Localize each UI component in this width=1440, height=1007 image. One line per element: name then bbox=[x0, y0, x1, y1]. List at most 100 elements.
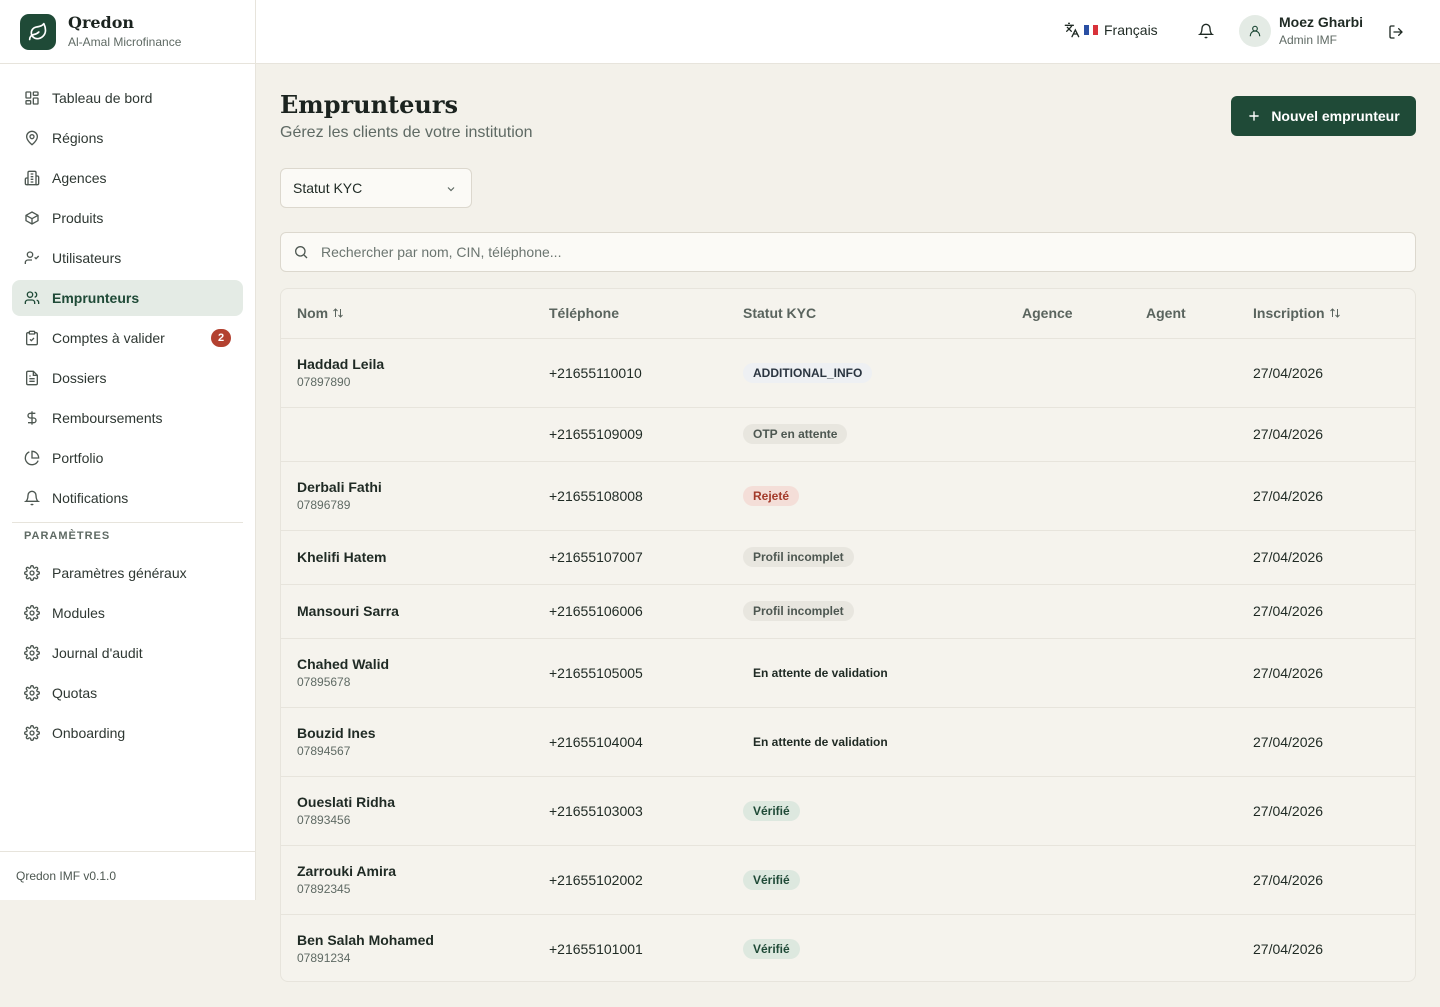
user-menu[interactable]: Moez Gharbi Admin IMF bbox=[1239, 14, 1363, 47]
dollar-icon bbox=[27, 411, 37, 425]
sidebar-item-journal-audit[interactable]: Journal d'audit bbox=[12, 635, 243, 671]
sidebar-nav: Tableau de bord Régions Agences Produits… bbox=[0, 64, 255, 751]
borrowers-table: Nom Téléphone Statut KYC Agence Agent In… bbox=[280, 288, 1416, 982]
sidebar-item-label: Comptes à valider bbox=[52, 330, 165, 346]
borrower-agency bbox=[1022, 338, 1146, 408]
registration-date: 27/04/2026 bbox=[1253, 530, 1415, 585]
sidebar-item-label: Notifications bbox=[52, 490, 129, 506]
sidebar-item-emprunteurs[interactable]: Emprunteurs bbox=[12, 280, 243, 316]
registration-date: 27/04/2026 bbox=[1253, 338, 1415, 408]
kyc-status-badge: Profil incomplet bbox=[743, 547, 854, 567]
sidebar-item-comptes-a-valider[interactable]: Comptes à valider 2 bbox=[12, 320, 243, 356]
sidebar-item-quotas[interactable]: Quotas bbox=[12, 675, 243, 711]
gear-icon bbox=[24, 605, 40, 621]
sidebar-item-agences[interactable]: Agences bbox=[12, 160, 243, 196]
table-row[interactable]: Khelifi Hatem +21655107007 Profil incomp… bbox=[281, 530, 1415, 585]
borrower-agency bbox=[1022, 638, 1146, 708]
borrower-phone: +21655106006 bbox=[549, 584, 743, 639]
package-icon bbox=[25, 211, 39, 225]
borrower-agent bbox=[1146, 461, 1253, 531]
sidebar-item-label: Modules bbox=[52, 605, 105, 621]
borrower-agency bbox=[1022, 584, 1146, 639]
sidebar-item-notifications[interactable]: Notifications bbox=[12, 480, 243, 516]
search-input[interactable] bbox=[321, 244, 1381, 260]
borrower-phone: +21655108008 bbox=[549, 461, 743, 531]
borrower-name: Zarrouki Amira bbox=[297, 863, 397, 879]
new-borrower-label: Nouvel emprunteur bbox=[1271, 108, 1400, 124]
kyc-status-filter[interactable]: Statut KYC bbox=[280, 168, 472, 208]
user-check-icon bbox=[24, 251, 40, 264]
sidebar-item-dossiers[interactable]: Dossiers bbox=[12, 360, 243, 396]
borrower-name: Ben Salah Mohamed bbox=[297, 932, 434, 949]
column-header-agent: Agent bbox=[1146, 289, 1253, 339]
borrower-name: Khelifi Hatem bbox=[297, 549, 387, 565]
language-switcher[interactable]: Français bbox=[1064, 22, 1158, 38]
table-row[interactable]: Zarrouki Amira 07892345 +21655102002 Véri… bbox=[281, 845, 1415, 915]
borrower-cin: 07892345 bbox=[297, 882, 351, 896]
borrower-cin: 07895678 bbox=[297, 675, 351, 689]
sidebar-item-tableau-de-bord[interactable]: Tableau de bord bbox=[12, 80, 243, 116]
table-row[interactable]: Mansouri Sarra +21655106006 Profil incom… bbox=[281, 584, 1415, 639]
table-row[interactable]: Ben Salah Mohamed 07891234 +21655101001 V… bbox=[281, 914, 1415, 981]
column-header-inscription[interactable]: Inscription bbox=[1253, 289, 1415, 339]
sidebar-item-remboursements[interactable]: Remboursements bbox=[12, 400, 243, 436]
sidebar-item-parametres-generaux[interactable]: Paramètres généraux bbox=[12, 555, 243, 591]
gear-icon bbox=[24, 725, 40, 741]
borrower-agent bbox=[1146, 584, 1253, 639]
settings-section-title: PARAMÈTRES bbox=[24, 530, 111, 542]
table-row[interactable]: Derbali Fathi 07896789 +21655108008 Rejet… bbox=[281, 461, 1415, 531]
borrower-phone: +21655103003 bbox=[549, 776, 743, 846]
sort-icon bbox=[1329, 308, 1340, 318]
notifications-bell-icon[interactable] bbox=[1197, 23, 1215, 44]
kyc-status-badge: OTP en attente bbox=[743, 424, 848, 444]
kyc-status-badge: Vérifié bbox=[743, 869, 800, 890]
leaf-logo-icon bbox=[20, 13, 56, 50]
registration-date: 27/04/2026 bbox=[1253, 638, 1415, 708]
table-row[interactable]: Bouzid Ines 07894567 +21655104004 En atte… bbox=[281, 707, 1415, 777]
map-pin-icon bbox=[25, 130, 39, 146]
app-version: Qredon IMF v0.1.0 bbox=[0, 851, 255, 900]
borrower-name: Bouzid Ines bbox=[297, 725, 376, 741]
kyc-status-badge: Rejeté bbox=[743, 485, 800, 506]
column-header-nom[interactable]: Nom bbox=[281, 289, 549, 339]
bell-icon bbox=[24, 490, 40, 506]
brand-name: Qredon bbox=[68, 13, 135, 32]
borrower-agency bbox=[1022, 845, 1146, 915]
table-row[interactable]: Haddad Leila 07897890 +21655110010 ADDITI… bbox=[281, 338, 1415, 408]
brand: Qredon Al-Amal Microfinance bbox=[0, 0, 255, 64]
search-bar bbox=[280, 232, 1416, 272]
table-row[interactable]: +21655109009 OTP en attente 27/04/2026 bbox=[281, 407, 1415, 462]
borrower-agent bbox=[1146, 914, 1253, 981]
registration-date: 27/04/2026 bbox=[1253, 461, 1415, 531]
sidebar-item-label: Portfolio bbox=[52, 450, 104, 466]
sidebar-item-label: Emprunteurs bbox=[52, 290, 140, 306]
table-row[interactable]: Oueslati Ridha 07893456 +21655103003 Véri… bbox=[281, 776, 1415, 846]
file-text-icon bbox=[26, 370, 38, 386]
column-header-statut-kyc: Statut KYC bbox=[743, 289, 1022, 339]
sidebar-item-produits[interactable]: Produits bbox=[12, 200, 243, 236]
sidebar-item-regions[interactable]: Régions bbox=[12, 120, 243, 156]
kyc-status-badge: Vérifié bbox=[743, 800, 800, 821]
borrower-agency bbox=[1022, 707, 1146, 777]
logout-icon[interactable] bbox=[1388, 24, 1404, 45]
kyc-status-badge: En attente de validation bbox=[753, 734, 888, 749]
sidebar-item-label: Journal d'audit bbox=[52, 645, 143, 661]
sidebar-item-onboarding[interactable]: Onboarding bbox=[12, 715, 243, 751]
sidebar-item-modules[interactable]: Modules bbox=[12, 595, 243, 631]
borrower-cin: 07891234 bbox=[297, 951, 351, 966]
sidebar-item-utilisateurs[interactable]: Utilisateurs bbox=[12, 240, 243, 276]
kyc-status-badge: Profil incomplet bbox=[743, 601, 854, 621]
sidebar-item-portfolio[interactable]: Portfolio bbox=[12, 440, 243, 476]
borrower-name: Haddad Leila bbox=[297, 356, 385, 372]
borrower-phone: +21655102002 bbox=[549, 845, 743, 915]
search-icon bbox=[295, 246, 308, 259]
table-row[interactable]: Chahed Walid 07895678 +21655105005 En att… bbox=[281, 638, 1415, 708]
clipboard-check-icon bbox=[26, 330, 38, 346]
user-avatar-icon bbox=[1239, 14, 1271, 47]
borrower-agent bbox=[1146, 530, 1253, 585]
registration-date: 27/04/2026 bbox=[1253, 407, 1415, 462]
sidebar-item-label: Dossiers bbox=[52, 370, 107, 386]
new-borrower-button[interactable]: Nouvel emprunteur bbox=[1231, 96, 1416, 136]
sidebar: Qredon Al-Amal Microfinance Tableau de b… bbox=[0, 0, 256, 900]
gear-icon bbox=[24, 685, 40, 701]
